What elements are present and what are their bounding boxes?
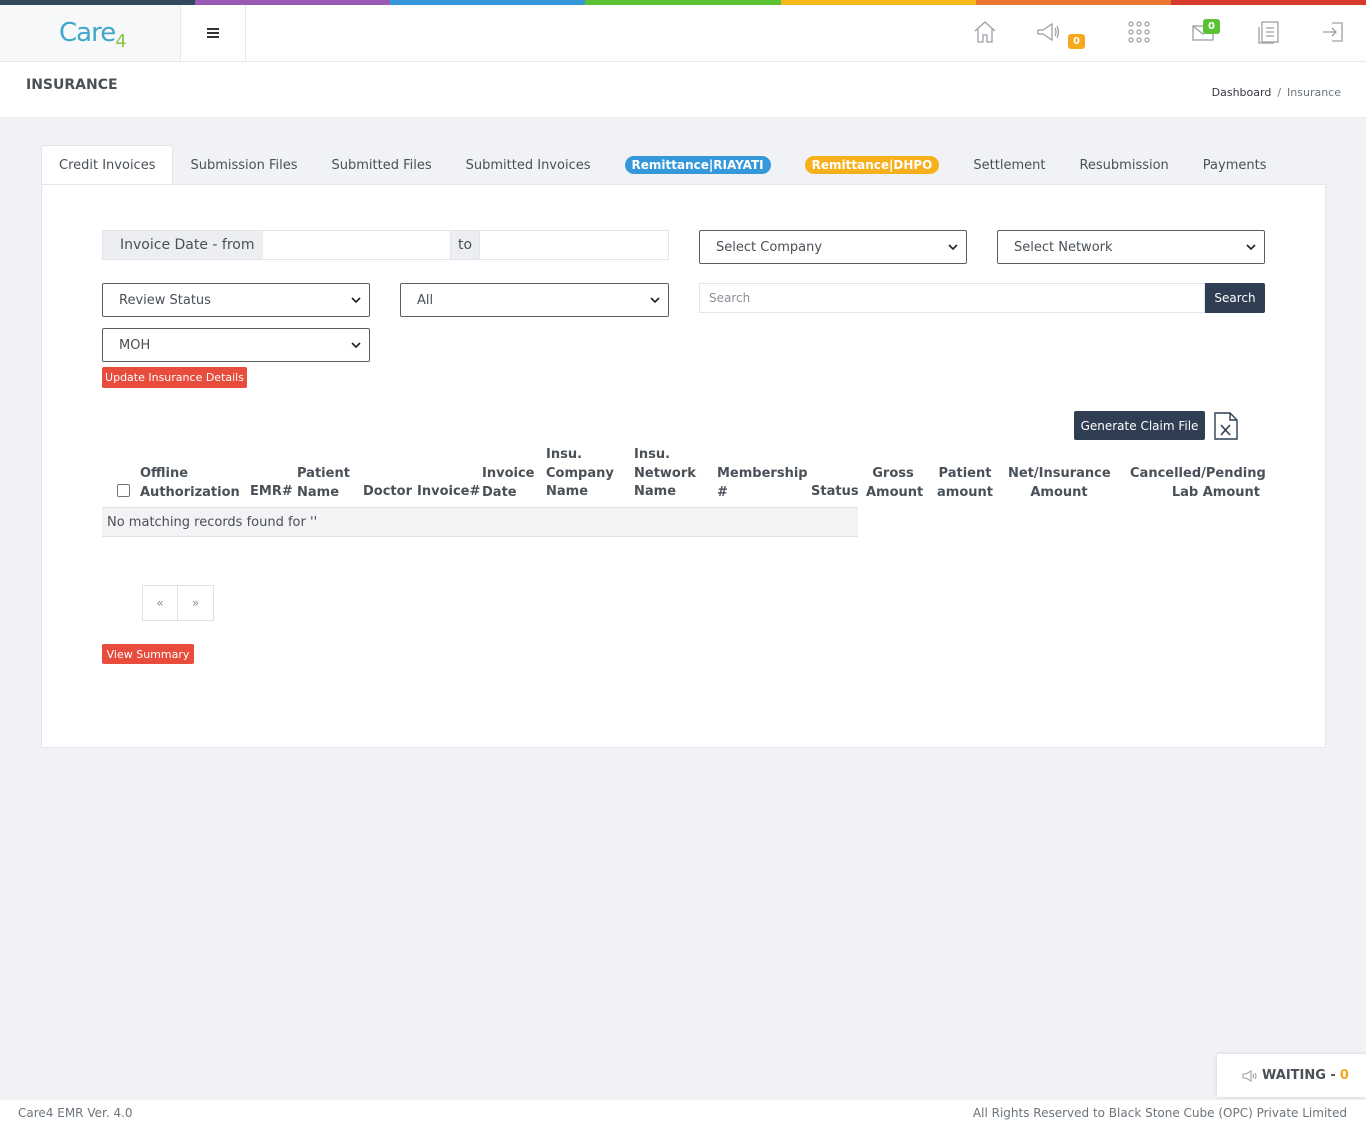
- network-select[interactable]: Select Network: [997, 230, 1265, 264]
- empty-table-message: No matching records found for '': [102, 507, 858, 537]
- col-gross-amount[interactable]: Gross Amount: [866, 465, 923, 502]
- col-cancelled-pending-lab-amount[interactable]: Cancelled/Pending Lab Amount: [1130, 465, 1266, 502]
- date-from-label: Invoice Date - from: [103, 231, 263, 259]
- page-title: INSURANCE: [26, 77, 118, 93]
- tab-remittance-dhpo[interactable]: Remittance|DHPO: [788, 145, 957, 185]
- moh-select[interactable]: MOH: [102, 328, 370, 362]
- pagination-next-button[interactable]: »: [178, 585, 214, 621]
- col-doctor[interactable]: Doctor: [363, 483, 412, 502]
- waiting-label: WAITING -: [1262, 1068, 1336, 1083]
- hamburger-icon: [207, 28, 219, 38]
- tab-resubmission[interactable]: Resubmission: [1062, 145, 1185, 185]
- chevron-down-icon: [650, 297, 660, 304]
- col-offline-authorization[interactable]: Offline Authorization: [140, 465, 240, 502]
- home-icon[interactable]: [972, 19, 998, 45]
- tab-remittance-riayati[interactable]: Remittance|RIAYATI: [608, 145, 788, 185]
- footer-copyright: All Rights Reserved to Black Stone Cube …: [972, 1106, 1347, 1120]
- review-status-select[interactable]: Review Status: [102, 283, 370, 317]
- breadcrumb-dashboard[interactable]: Dashboard: [1212, 86, 1272, 99]
- breadcrumb: Dashboard / Insurance: [1211, 86, 1341, 99]
- col-membership[interactable]: Membership #: [717, 465, 808, 502]
- pagination: « »: [142, 585, 214, 621]
- report-icon[interactable]: [1256, 19, 1282, 45]
- col-emr[interactable]: EMR#: [250, 483, 293, 502]
- tab-credit-invoices[interactable]: Credit Invoices: [41, 145, 174, 185]
- care4-logo[interactable]: Care4: [59, 18, 127, 52]
- sidebar-toggle-button[interactable]: [181, 5, 246, 61]
- logout-icon[interactable]: [1320, 19, 1346, 45]
- footer: Care4 EMR Ver. 4.0 All Rights Reserved t…: [0, 1100, 1366, 1135]
- generate-claim-file-button[interactable]: Generate Claim File: [1074, 411, 1205, 440]
- tab-settlement[interactable]: Settlement: [956, 145, 1062, 185]
- invoice-date-range: Invoice Date - from to: [102, 230, 669, 260]
- update-insurance-details-button[interactable]: Update Insurance Details: [102, 367, 247, 388]
- logo-area[interactable]: Care4: [0, 5, 181, 61]
- col-invoice-number[interactable]: Invoice#: [417, 483, 480, 502]
- search-button[interactable]: Search: [1205, 283, 1265, 313]
- select-all-checkbox[interactable]: [117, 484, 130, 497]
- col-net-insurance-amount[interactable]: Net/Insurance Amount: [1008, 465, 1111, 502]
- excel-export-icon[interactable]: [1213, 411, 1239, 441]
- col-insu-company-name[interactable]: Insu. Company Name: [546, 446, 614, 502]
- date-to-input[interactable]: [480, 231, 668, 259]
- footer-version: Care4 EMR Ver. 4.0: [18, 1106, 133, 1120]
- mail-badge: 0: [1203, 19, 1220, 34]
- chevron-down-icon: [1246, 244, 1256, 251]
- chevron-down-icon: [948, 244, 958, 251]
- waiting-widget[interactable]: WAITING -0: [1217, 1054, 1366, 1097]
- waiting-count: 0: [1339, 1068, 1349, 1083]
- apps-grid-icon[interactable]: [1126, 19, 1152, 45]
- page-header: INSURANCE Dashboard / Insurance: [0, 62, 1366, 118]
- col-patient-name[interactable]: Patient Name: [297, 465, 350, 502]
- pagination-prev-button[interactable]: «: [142, 585, 178, 621]
- megaphone-icon: [1242, 1069, 1257, 1082]
- col-status[interactable]: Status: [811, 483, 859, 502]
- announcements-badge: 0: [1068, 34, 1085, 49]
- tab-submitted-invoices[interactable]: Submitted Invoices: [449, 145, 608, 185]
- top-navbar: Care4 0 0: [0, 5, 1366, 62]
- tab-payments[interactable]: Payments: [1186, 145, 1284, 185]
- date-to-label: to: [451, 231, 480, 259]
- insurance-tabs: Credit Invoices Submission Files Submitt…: [41, 145, 1283, 185]
- col-patient-amount[interactable]: Patient amount: [936, 465, 994, 502]
- search-input[interactable]: Search: [699, 283, 1205, 313]
- tab-submitted-files[interactable]: Submitted Files: [315, 145, 449, 185]
- company-select[interactable]: Select Company: [699, 230, 967, 264]
- breadcrumb-insurance: Insurance: [1287, 86, 1341, 99]
- col-invoice-date[interactable]: Invoice Date: [482, 465, 534, 502]
- chevron-down-icon: [351, 342, 361, 349]
- megaphone-icon[interactable]: [1036, 19, 1062, 45]
- tab-submission-files[interactable]: Submission Files: [173, 145, 314, 185]
- chevron-down-icon: [351, 297, 361, 304]
- col-insu-network-name[interactable]: Insu. Network Name: [634, 446, 696, 502]
- date-from-input[interactable]: [263, 231, 451, 259]
- view-summary-button[interactable]: View Summary: [102, 644, 194, 664]
- all-select[interactable]: All: [400, 283, 669, 317]
